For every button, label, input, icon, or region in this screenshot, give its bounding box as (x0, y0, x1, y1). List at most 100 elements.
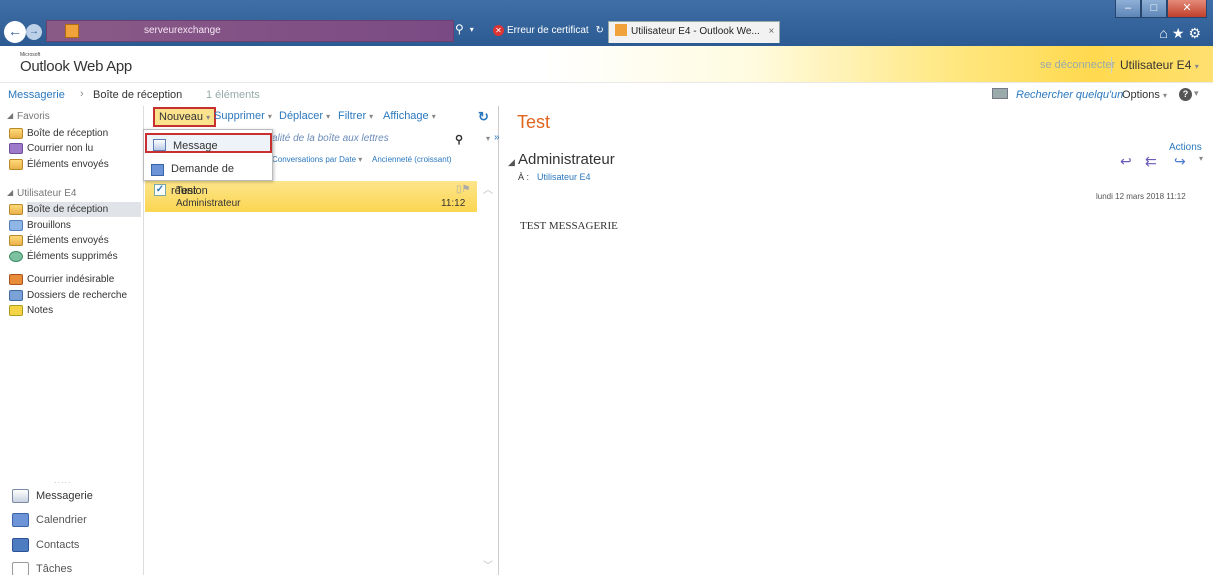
favorite-unread[interactable]: Courrier non lu (9, 141, 141, 156)
filter-button-label: Filtrer (338, 110, 367, 122)
junk-mail-icon (9, 274, 23, 285)
address-book-icon[interactable] (992, 88, 1008, 99)
certificate-error-label: Erreur de certificat (507, 25, 589, 36)
sort-order-menu[interactable]: Ancienneté (croissant) (372, 155, 452, 164)
move-button[interactable]: Déplacer ▾ (279, 110, 330, 122)
module-calendar[interactable]: Calendrier (10, 508, 143, 532)
favorite-sent[interactable]: Éléments envoyés (9, 157, 141, 172)
options-label: Options (1122, 89, 1160, 101)
close-window-button[interactable]: ✕ (1167, 0, 1207, 18)
dropdown-icon[interactable]: ▾ (470, 25, 474, 34)
minimize-button[interactable]: – (1115, 0, 1141, 18)
address-bar[interactable]: serveurexchange (46, 20, 454, 42)
search-icon[interactable]: ⚲ (455, 22, 464, 36)
module-mail[interactable]: Messagerie (10, 484, 143, 508)
sort-arrange-menu[interactable]: Conversations par Date ▾ (272, 155, 362, 164)
contacts-icon (12, 538, 29, 552)
menu-item-message-label: Message (173, 140, 218, 152)
search-people-link[interactable]: Rechercher quelqu'un (1016, 89, 1123, 101)
message-checkbox[interactable]: ✓ (154, 184, 166, 196)
reply-all-icon[interactable]: ⇇ (1145, 153, 1157, 170)
list-toolbar: Nouveau ▾ Supprimer ▾ Déplacer ▾ Filtrer… (144, 106, 500, 128)
settings-gear-icon[interactable]: ⚙ (1188, 25, 1205, 41)
sort-order-label: Ancienneté (croissant) (372, 155, 452, 164)
recipient-link[interactable]: Utilisateur E4 (537, 172, 591, 182)
delete-button-label: Supprimer (214, 110, 265, 122)
module-tasks[interactable]: Tâches (10, 557, 143, 575)
expand-search-icon[interactable]: » (494, 132, 500, 143)
menu-item-message[interactable]: Message (145, 133, 272, 153)
tab-title: Utilisateur E4 - Outlook We... (631, 26, 760, 37)
help-chevron-icon[interactable]: ▾ (1194, 88, 1199, 99)
module-contacts-label: Contacts (36, 539, 80, 551)
reply-icon[interactable]: ↩ (1120, 153, 1132, 170)
search-icon[interactable]: ⚲ (455, 133, 463, 146)
search-placeholder: alité de la boîte aux lettres (272, 133, 389, 144)
help-icon[interactable]: ? (1179, 88, 1192, 101)
folder-deleted[interactable]: Éléments supprimés (9, 249, 141, 264)
module-mail-label: Messagerie (36, 490, 93, 502)
header-divider (1111, 57, 1112, 73)
chevron-down-icon: ▾ (431, 112, 436, 121)
folder-inbox[interactable]: Boîte de réception (9, 202, 141, 217)
folder-sent[interactable]: Éléments envoyés (9, 233, 141, 248)
tab-close-icon[interactable]: × (769, 26, 775, 37)
search-options-icon[interactable]: ▾ (486, 134, 490, 143)
forward-icon[interactable]: → (26, 24, 42, 40)
address-tools: ⚲ ▾ (455, 22, 474, 36)
back-icon[interactable]: ← (4, 21, 26, 43)
menu-item-meeting-request[interactable]: Demande de réunion (145, 158, 272, 197)
folder-sent-label: Éléments envoyés (27, 235, 109, 246)
folder-junk[interactable]: Courrier indésirable (9, 272, 141, 287)
inbox-icon (9, 204, 23, 215)
sender-name[interactable]: Administrateur (518, 151, 615, 168)
tab-outlook[interactable]: Utilisateur E4 - Outlook We... × (608, 21, 780, 43)
favorites-header[interactable]: Favoris (17, 111, 50, 122)
logout-link[interactable]: se déconnecter (1040, 59, 1115, 71)
list-scrollbar[interactable]: ︿ ﹀ (480, 181, 498, 575)
new-button[interactable]: Nouveau ▾ (153, 107, 217, 127)
outlook-favicon-icon (615, 24, 627, 36)
breadcrumb-mail-link[interactable]: Messagerie (8, 89, 65, 101)
message-body: TEST MESSAGERIE (520, 220, 618, 232)
maximize-button[interactable]: □ (1141, 0, 1167, 18)
brand-logo: Outlook Web App (20, 58, 132, 75)
user-menu[interactable]: Utilisateur E4 ▾ (1120, 58, 1199, 72)
recipient-label: À : (518, 172, 530, 182)
collapse-favorites-icon[interactable]: ◢ (7, 111, 13, 120)
folder-drafts[interactable]: Brouillons (9, 218, 141, 233)
folder-notes[interactable]: Notes (9, 303, 141, 318)
browser-tools: ⌂★⚙ (1159, 25, 1205, 42)
mailbox-header[interactable]: Utilisateur E4 (17, 188, 76, 199)
forward-icon[interactable]: ↪ (1174, 153, 1186, 170)
view-button[interactable]: Affichage ▾ (383, 110, 436, 122)
user-name: Utilisateur E4 (1120, 58, 1192, 72)
chevron-down-icon: ▾ (358, 155, 363, 164)
certificate-error-icon: ✕ (493, 25, 504, 36)
chevron-down-icon[interactable]: ▾ (1199, 154, 1203, 163)
folder-navigation: ◢ Favoris Boîte de réception Courrier no… (0, 106, 143, 575)
browser-title-bar: – □ ✕ ← → serveurexchange ⚲ ▾ ✕ Erreur de… (0, 0, 1213, 46)
collapse-mailbox-icon[interactable]: ◢ (7, 188, 13, 197)
refresh-page-icon[interactable]: ↻ (595, 25, 603, 36)
module-tasks-label: Tâches (36, 563, 73, 575)
certificate-error-tab[interactable]: ✕ Erreur de certificat ↻ (487, 21, 605, 43)
scroll-down-icon[interactable]: ﹀ (483, 557, 493, 572)
home-icon[interactable]: ⌂ (1159, 25, 1171, 41)
flag-icon[interactable]: ▯⚑ (456, 184, 470, 195)
collapse-header-icon[interactable]: ◢ (508, 157, 515, 168)
window-controls: – □ ✕ (1115, 0, 1207, 18)
actions-menu[interactable]: Actions (1169, 142, 1202, 153)
refresh-icon[interactable]: ↻ (478, 109, 489, 125)
folder-search[interactable]: Dossiers de recherche (9, 288, 141, 303)
delete-button[interactable]: Supprimer ▾ (214, 110, 272, 122)
reading-pane: Test Actions ▾ ◢ Administrateur À : Util… (500, 106, 1213, 575)
search-input[interactable]: alité de la boîte aux lettres ⚲ (272, 133, 467, 148)
filter-button[interactable]: Filtrer ▾ (338, 110, 373, 122)
module-contacts[interactable]: Contacts (10, 533, 143, 557)
favorite-inbox[interactable]: Boîte de réception (9, 126, 141, 141)
scroll-up-icon[interactable]: ︿ (483, 181, 493, 196)
options-menu[interactable]: Options ▾ (1122, 89, 1167, 101)
favorites-star-icon[interactable]: ★ (1172, 25, 1189, 41)
message-subject-heading: Test (517, 112, 551, 132)
